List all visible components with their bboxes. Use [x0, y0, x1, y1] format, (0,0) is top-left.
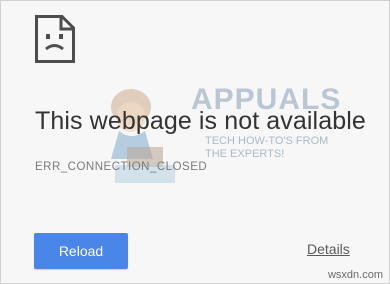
details-link[interactable]: Details — [307, 241, 350, 257]
corner-watermark: wsxdn.com — [327, 269, 383, 281]
watermark-tagline-line1: TECH HOW-TO'S FROM — [205, 135, 329, 147]
watermark-tagline: TECH HOW-TO'S FROM THE EXPERTS! — [205, 135, 328, 161]
error-title: This webpage is not available — [35, 107, 366, 135]
error-code: ERR_CONNECTION_CLOSED — [35, 161, 208, 173]
reload-button[interactable]: Reload — [34, 233, 128, 269]
error-page: APPUALS TECH HOW-TO'S FROM THE EXPERTS! … — [0, 0, 390, 284]
sad-page-icon — [35, 15, 75, 63]
watermark-tagline-line2: THE EXPERTS! — [205, 148, 285, 160]
